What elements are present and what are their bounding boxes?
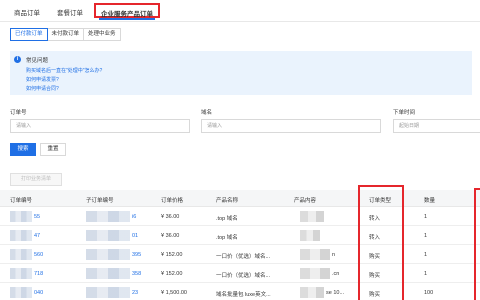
quantity: 1 (424, 271, 428, 277)
redacted-product-content (300, 211, 324, 222)
order-type: 购买 (369, 273, 381, 279)
domain-input[interactable]: 请输入 (201, 119, 381, 133)
sub-order-number[interactable]: 23 (132, 290, 138, 296)
tab-goods-orders[interactable]: 商品订单 (14, 7, 40, 17)
product-name: .top 域名 (216, 235, 238, 241)
sub-order-number[interactable]: 01 (132, 233, 138, 239)
order-number[interactable]: 560 (34, 252, 43, 258)
redacted-order-number (10, 287, 32, 298)
reset-button[interactable]: 重置 (40, 143, 66, 156)
header-sub-order-number: 子订单编号 (86, 198, 114, 204)
redacted-product-content (300, 249, 330, 260)
header-product-content: 产品内容 (294, 198, 317, 204)
redacted-product-content (300, 230, 320, 241)
order-price: ¥ 36.00 (161, 233, 180, 239)
faq-title: 常见问题 (26, 58, 49, 64)
info-icon: i (14, 56, 21, 63)
order-price: ¥ 152.00 (161, 252, 183, 258)
search-button[interactable]: 搜索 (10, 143, 36, 156)
product-name: .top 域名 (216, 216, 238, 222)
order-number[interactable]: 718 (34, 271, 43, 277)
header-order-number: 订单编号 (10, 198, 33, 204)
product-content: .cn (332, 271, 340, 277)
tab-enterprise-service-orders[interactable]: 企业服务产品订单 (94, 3, 160, 20)
order-price: ¥ 36.00 (161, 214, 180, 220)
tab-paid-orders[interactable]: 已付款订单 (10, 28, 48, 41)
redacted-product-content (300, 287, 324, 298)
sub-order-number[interactable]: 358 (132, 271, 141, 277)
redacted-sub-order-number (86, 211, 130, 222)
orders-table: 订单编号 子订单编号 订单价格 产品名称 产品内容 订单类型 数量 55 i6 … (0, 190, 480, 300)
order-price: ¥ 152.00 (161, 271, 183, 277)
redacted-order-number (10, 249, 32, 260)
order-type: 购买 (369, 292, 381, 298)
product-name: 一口价（优选）域名... (216, 254, 271, 260)
redacted-sub-order-number (86, 268, 130, 279)
order-number[interactable]: 47 (34, 233, 40, 239)
order-time-label: 下单时间 (393, 110, 416, 116)
tab-unpaid-orders[interactable]: 未付款订单 (47, 29, 85, 40)
start-date-input[interactable]: 起始日期 (393, 119, 480, 133)
redacted-sub-order-number (86, 249, 130, 260)
order-number[interactable]: 55 (34, 214, 40, 220)
quantity: 1 (424, 233, 428, 239)
product-name: 域名批量包 luxe英文... (216, 292, 271, 298)
header-order-type: 订单类型 (369, 198, 392, 204)
table-row: 47 01 ¥ 36.00 .top 域名 转入 1 (0, 226, 480, 245)
table-row: 040 23 ¥ 1,500.00 域名批量包 luxe英文... se 10.… (0, 283, 480, 300)
header-quantity: 数量 (424, 198, 436, 204)
redacted-order-number (10, 268, 32, 279)
redacted-product-content (300, 268, 330, 279)
redacted-order-number (10, 230, 32, 241)
domain-label: 域名 (201, 110, 213, 116)
redacted-sub-order-number (86, 230, 130, 241)
sub-order-number[interactable]: i6 (132, 214, 136, 220)
quantity: 1 (424, 214, 428, 220)
order-type-tabs: 商品订单 套餐订单 企业服务产品订单 (0, 0, 480, 22)
sub-order-number[interactable]: 395 (132, 252, 141, 258)
faq-link-processing[interactable]: 购买域名后一直在"处理中"怎么办? (26, 67, 102, 74)
quantity: 1 (424, 252, 428, 258)
tab-processing[interactable]: 处理中业务 (84, 29, 120, 40)
order-type: 购买 (369, 254, 381, 260)
quantity: 100 (424, 290, 434, 296)
table-row: 718 358 ¥ 152.00 一口价（优选）域名... .cn 购买 1 (0, 264, 480, 283)
faq-panel: i 常见问题 购买域名后一直在"处理中"怎么办? 如何申请发票? 如何申请合同? (10, 51, 472, 95)
product-content: se 10... (326, 290, 345, 296)
product-content: n (332, 252, 336, 258)
faq-link-contract[interactable]: 如何申请合同? (26, 85, 59, 92)
redacted-order-number (10, 211, 32, 222)
tab-package-orders[interactable]: 套餐订单 (57, 7, 83, 17)
order-number[interactable]: 040 (34, 290, 43, 296)
header-product-name: 产品名称 (216, 198, 239, 204)
order-number-label: 订单号 (10, 110, 27, 116)
redacted-sub-order-number (86, 287, 130, 298)
table-header: 订单编号 子订单编号 订单价格 产品名称 产品内容 订单类型 数量 (0, 190, 480, 207)
order-type: 转入 (369, 216, 381, 222)
order-price: ¥ 1,500.00 (161, 290, 187, 296)
table-row: 55 i6 ¥ 36.00 .top 域名 转入 1 (0, 207, 480, 226)
order-type: 转入 (369, 235, 381, 241)
table-row: 560 395 ¥ 152.00 一口价（优选）域名... n 购买 1 (0, 245, 480, 264)
faq-link-invoice[interactable]: 如何申请发票? (26, 76, 59, 83)
order-number-input[interactable]: 请输入 (10, 119, 190, 133)
payment-status-tabs: 已付款订单 未付款订单 处理中业务 (10, 28, 121, 41)
header-order-price: 订单价格 (161, 198, 184, 204)
print-business-list-button[interactable]: 打印业务清单 (10, 173, 62, 186)
product-name: 一口价（优选）域名... (216, 273, 271, 279)
